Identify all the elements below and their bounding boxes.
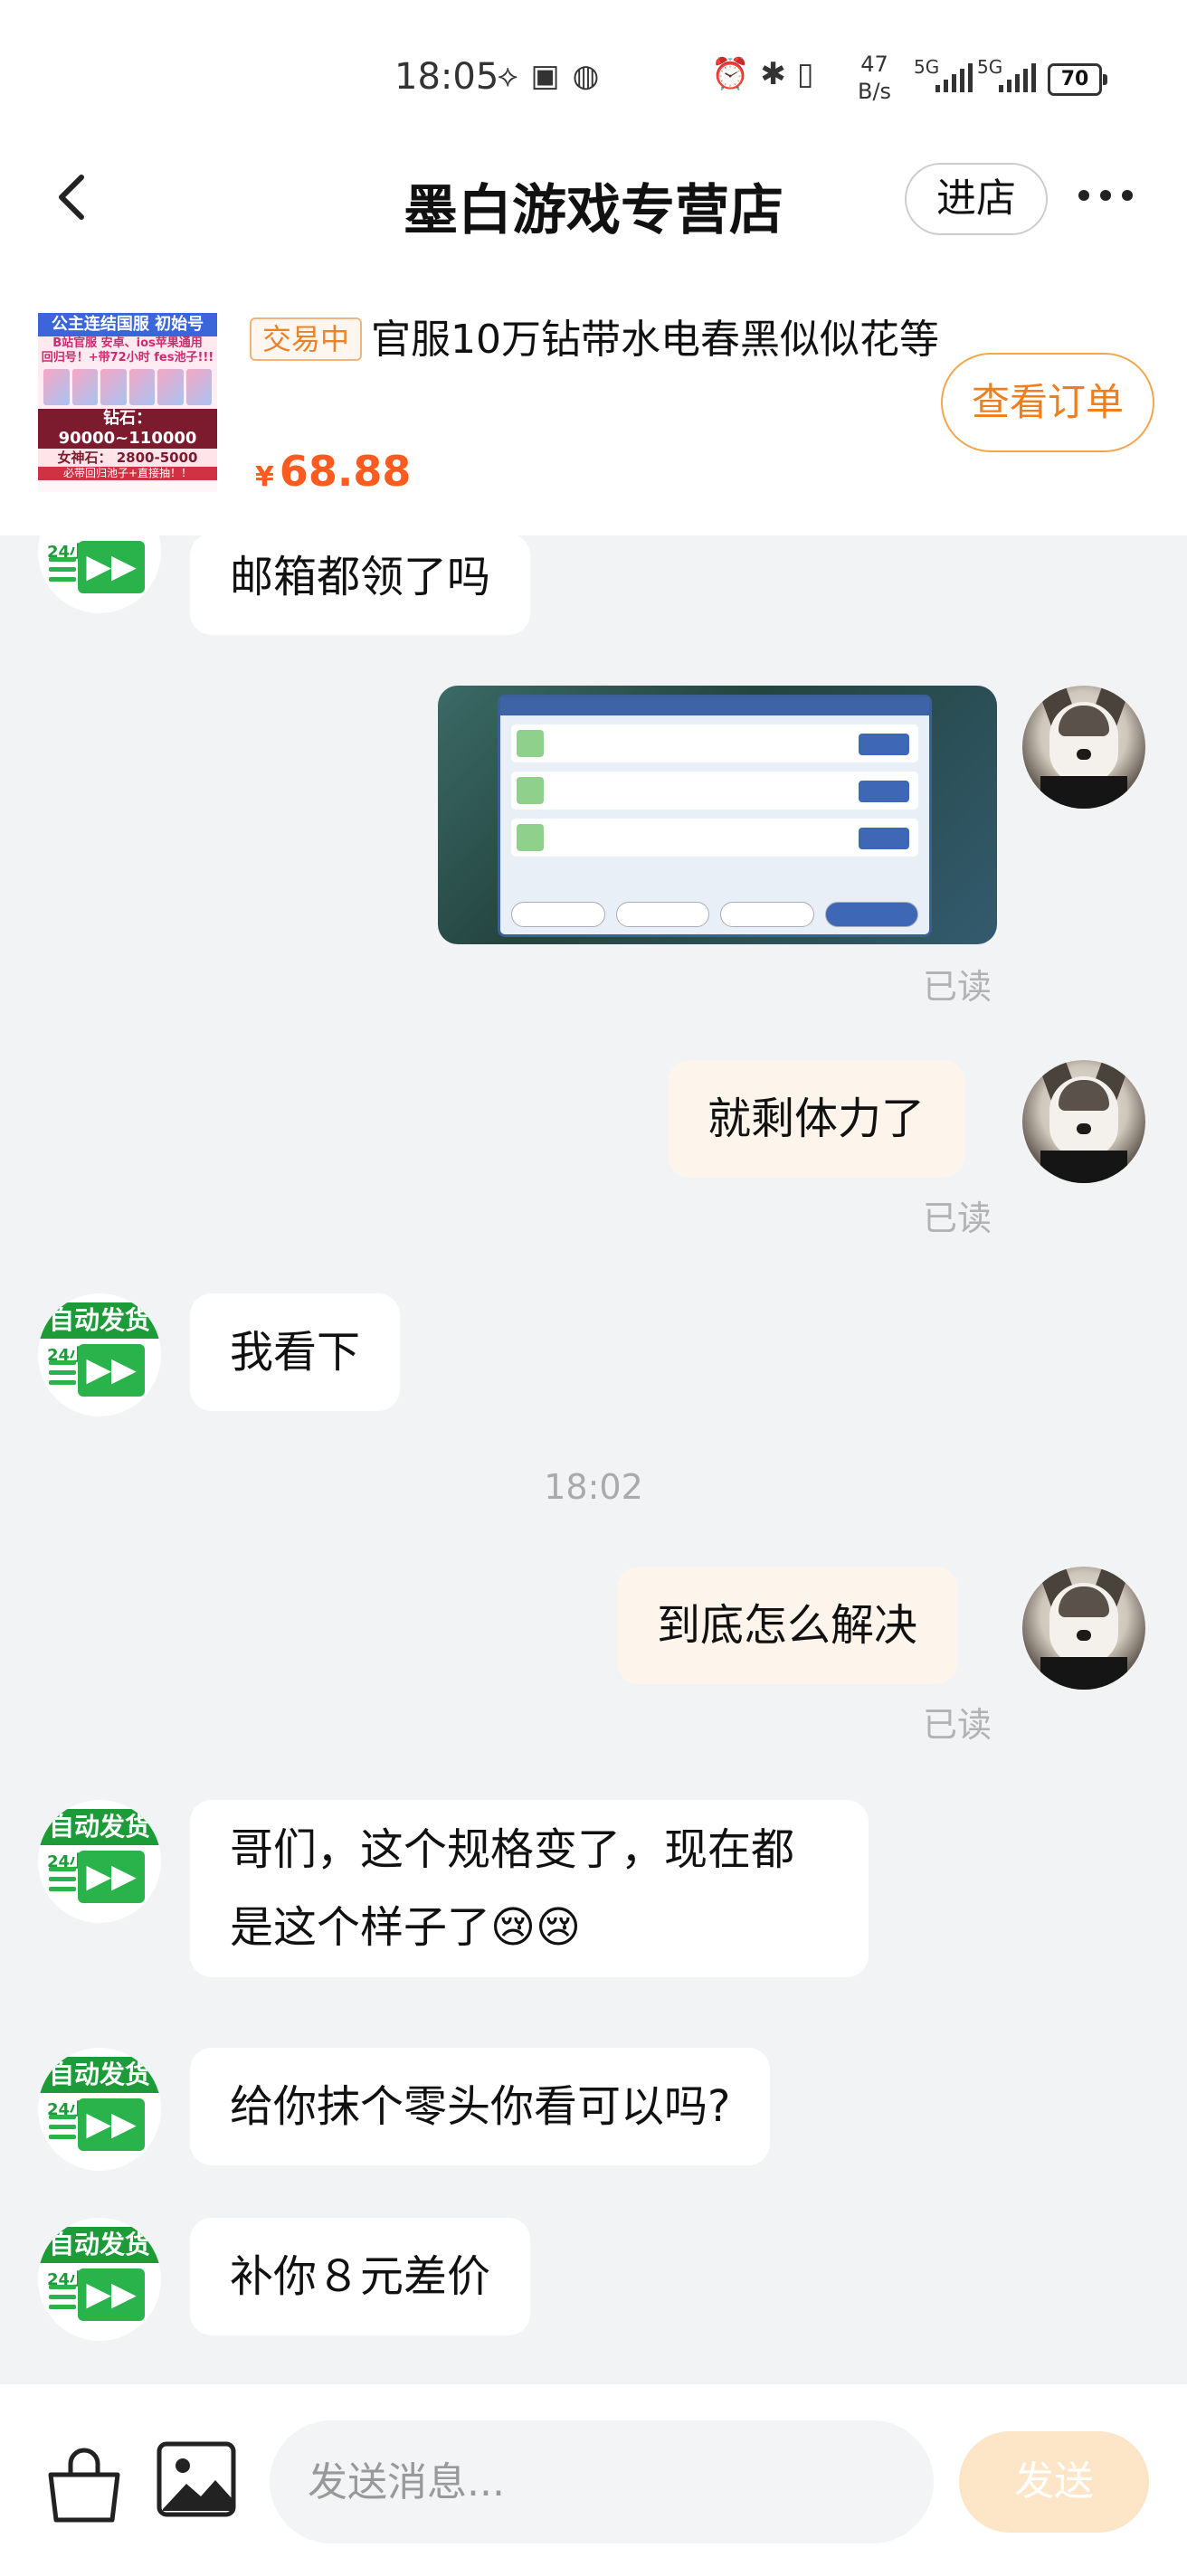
wechat-icon: ◍ bbox=[572, 58, 600, 94]
message-bubble-sent[interactable]: 到底怎么解决 bbox=[617, 1567, 958, 1684]
image-picker-icon[interactable] bbox=[156, 2439, 237, 2520]
system-icons: ⏰ ✱ ▯ bbox=[711, 56, 814, 92]
send-button[interactable]: 发送 bbox=[959, 2431, 1149, 2533]
shopping-bag-icon[interactable] bbox=[43, 2444, 125, 2525]
read-receipt: 已读 bbox=[923, 1705, 992, 1745]
notification-icons: ⟡ ▣ ◍ bbox=[498, 58, 599, 94]
enter-store-button[interactable]: 进店 bbox=[905, 163, 1048, 235]
battery-icon: 70 bbox=[1048, 63, 1107, 96]
message-bubble-received[interactable]: 给你抹个零头你看可以吗? bbox=[190, 2048, 771, 2165]
user-avatar[interactable] bbox=[1022, 686, 1145, 809]
product-thumbnail[interactable]: 公主连结国服 初始号 B站官服 安卓、ios苹果通用 回归号！+带72小时 fe… bbox=[38, 313, 217, 492]
more-options-icon[interactable] bbox=[1078, 190, 1133, 201]
view-order-button[interactable]: 查看订单 bbox=[941, 353, 1154, 452]
shop-avatar[interactable]: 自动发货 24小时 ▶▶ bbox=[38, 1800, 161, 1923]
read-receipt: 已读 bbox=[923, 1198, 992, 1238]
status-time: 18:05 bbox=[394, 56, 499, 98]
message-bubble-sent[interactable]: 就剩体力了 bbox=[668, 1060, 965, 1178]
message-bubble-received[interactable]: 我看下 bbox=[190, 1293, 401, 1411]
signal-icon bbox=[999, 63, 1036, 92]
read-receipt: 已读 bbox=[923, 967, 992, 1007]
chat-timestamp: 18:02 bbox=[544, 1467, 643, 1507]
alarm-icon: ⏰ bbox=[711, 56, 750, 92]
bluetooth-icon: ✱ bbox=[760, 56, 786, 92]
message-bubble-received[interactable]: 邮箱都领了吗 bbox=[190, 535, 531, 635]
status-bar: 18:05 ⟡ ▣ ◍ ⏰ ✱ ▯ 47 B/s 5G 5G 70 bbox=[0, 0, 1187, 145]
trade-status-badge: 交易中 bbox=[250, 317, 363, 361]
avatar-notification-icon: ▣ bbox=[530, 58, 560, 94]
message-bubble-received[interactable]: 补你８元差价 bbox=[190, 2218, 531, 2335]
shop-avatar[interactable]: 自动发货 24小时 ▶▶ bbox=[38, 2218, 161, 2341]
network-speed: 47 B/s bbox=[858, 52, 892, 104]
message-composer: 发送 bbox=[0, 2384, 1187, 2576]
signal-icon bbox=[935, 63, 973, 92]
user-avatar[interactable] bbox=[1022, 1060, 1145, 1183]
message-image-screenshot[interactable] bbox=[438, 686, 997, 944]
product-title[interactable]: 交易中 官服10万钻带水电春黑似似花等 bbox=[250, 308, 946, 373]
shop-avatar[interactable]: 自动发货 24小时 ▶▶ bbox=[38, 1293, 161, 1416]
message-bubble-received[interactable]: 哥们，这个规格变了，现在都是这个样子了😢😢 bbox=[190, 1800, 869, 1977]
chat-message-list[interactable]: 自动发货 24小时 ▶▶ 邮箱都领了吗 已读 就剩体力了 已读 自动发货 24小… bbox=[0, 535, 1187, 2384]
shop-avatar[interactable]: 自动发货 24小时 ▶▶ bbox=[38, 2048, 161, 2171]
product-price: ¥68.88 bbox=[255, 447, 412, 496]
user-avatar[interactable] bbox=[1022, 1567, 1145, 1690]
chat-header: 墨白游戏专营店 进店 bbox=[0, 145, 1187, 253]
product-card[interactable]: 公主连结国服 初始号 B站官服 安卓、ios苹果通用 回归号！+带72小时 fe… bbox=[0, 253, 1187, 535]
message-input[interactable] bbox=[270, 2420, 934, 2543]
shop-avatar[interactable]: 自动发货 24小时 ▶▶ bbox=[38, 535, 161, 613]
vibrate-icon: ▯ bbox=[796, 56, 814, 92]
app-notification-icon: ⟡ bbox=[498, 58, 518, 94]
